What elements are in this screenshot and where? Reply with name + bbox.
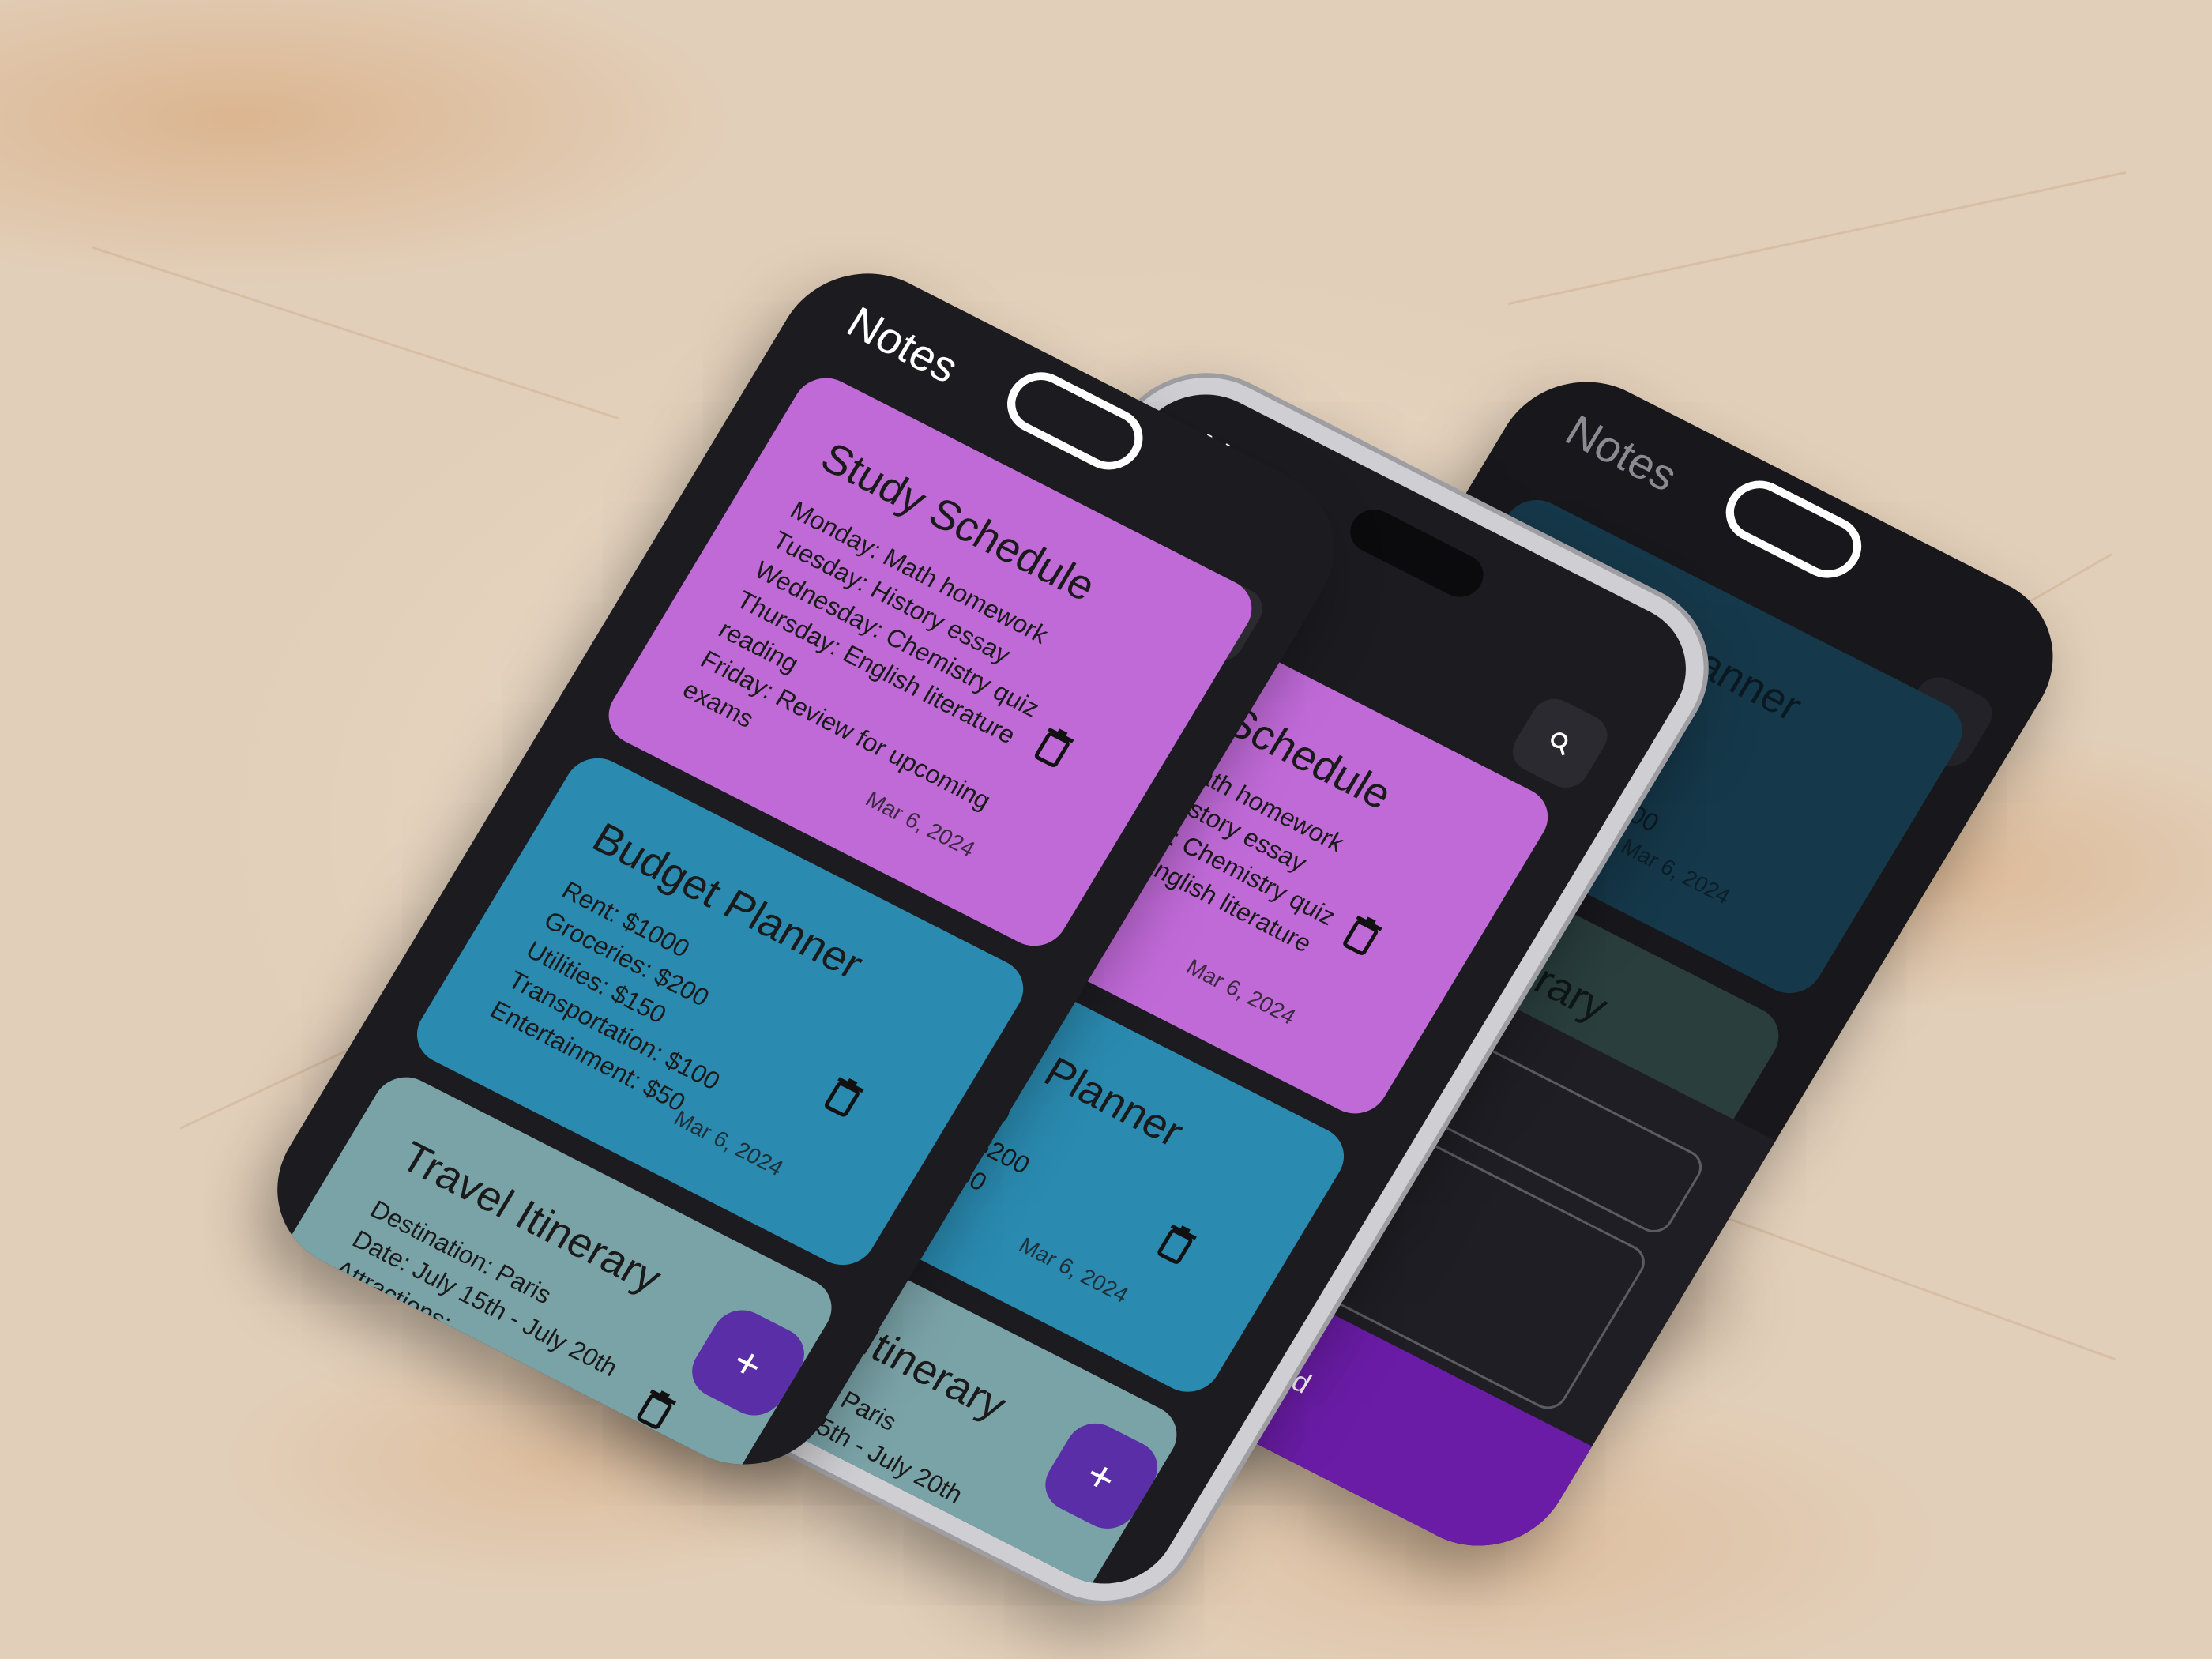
camera-notch <box>1714 469 1874 589</box>
app-title: Notes <box>838 296 968 393</box>
search-icon <box>1551 732 1568 756</box>
camera-notch <box>995 361 1155 481</box>
search-button[interactable] <box>1504 691 1616 796</box>
app-title: Notes <box>1557 405 1687 501</box>
note-date: Mar 6, 2024 <box>1182 954 1300 1029</box>
